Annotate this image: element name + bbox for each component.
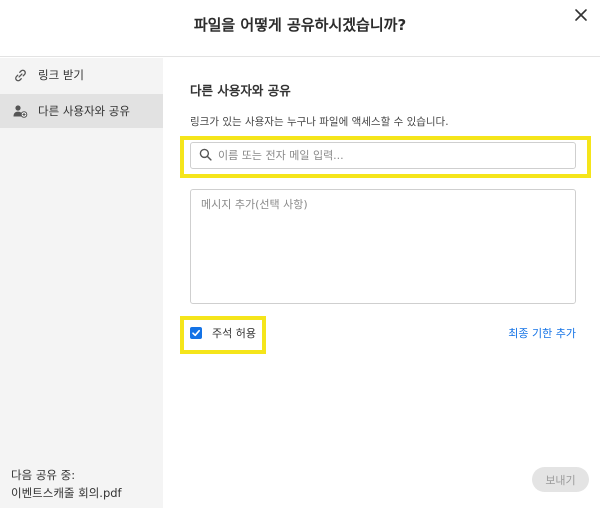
close-icon[interactable] [572, 6, 590, 24]
message-input[interactable] [201, 196, 565, 297]
recipient-search-box[interactable] [190, 142, 576, 169]
sidebar-item-get-link[interactable]: 링크 받기 [0, 58, 163, 92]
sidebar-item-label: 다른 사용자와 공유 [38, 104, 130, 118]
message-box[interactable] [190, 189, 576, 304]
allow-comments-checkbox[interactable] [190, 327, 202, 339]
share-panel: 다른 사용자와 공유 링크가 있는 사용자는 누구나 파일에 액세스할 수 있습… [163, 58, 600, 508]
allow-comments-toggle[interactable]: 주석 허용 [190, 325, 256, 341]
shared-file-label: 다음 공유 중: [11, 468, 76, 482]
sidebar-item-label: 링크 받기 [38, 68, 84, 82]
access-notice: 링크가 있는 사용자는 누구나 파일에 액세스할 수 있습니다. [190, 116, 449, 128]
recipient-input[interactable] [218, 144, 558, 167]
search-icon [199, 146, 212, 165]
send-button[interactable]: 보내기 [532, 467, 589, 492]
shared-file-name: 이벤트스캐줄 회의.pdf [11, 486, 122, 500]
share-dialog: 파일을 어떻게 공유하시겠습니까? 링크 받기 다른 사용자와 공유 다음 공유… [0, 0, 600, 508]
dialog-title: 파일을 어떻게 공유하시겠습니까? [193, 16, 407, 34]
check-icon [192, 329, 200, 337]
link-icon [12, 67, 28, 83]
section-title: 다른 사용자와 공유 [190, 83, 291, 98]
sidebar-item-share-with-others[interactable]: 다른 사용자와 공유 [0, 94, 163, 128]
dialog-header: 파일을 어떻게 공유하시겠습니까? [0, 0, 600, 57]
add-deadline-link[interactable]: 최종 기한 추가 [508, 325, 576, 341]
shared-file-info: 다음 공유 중: 이벤트스캐줄 회의.pdf [11, 466, 122, 502]
sidebar: 링크 받기 다른 사용자와 공유 다음 공유 중: 이벤트스캐줄 회의.pdf [0, 58, 163, 508]
allow-comments-label: 주석 허용 [212, 327, 256, 340]
add-user-icon [12, 103, 28, 119]
